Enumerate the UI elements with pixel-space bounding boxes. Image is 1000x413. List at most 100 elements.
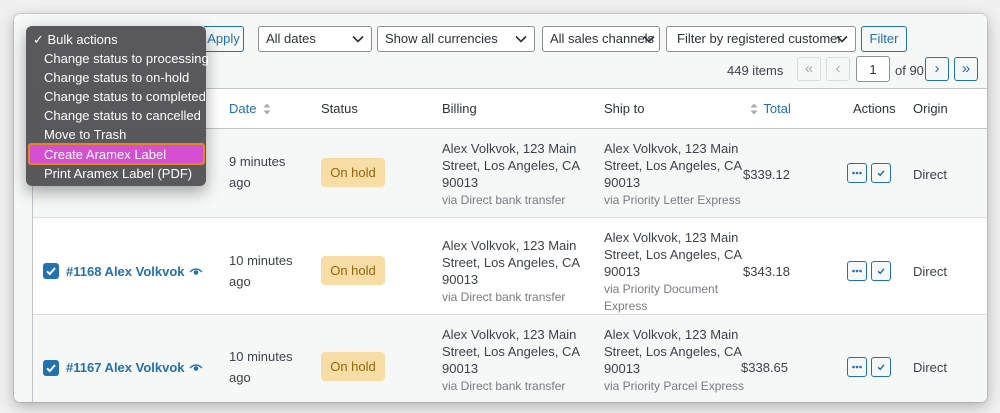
billing-address-line: Alex Volkvok, 123 Main xyxy=(442,238,577,253)
sort-arrows-icon xyxy=(750,103,758,115)
shipping-address-link[interactable]: Street, Los Angeles, CA xyxy=(604,157,742,174)
complete-order-button[interactable] xyxy=(871,163,891,183)
bulk-actions-menu[interactable]: ✓ Bulk actions Change status to processi… xyxy=(26,26,209,186)
billing-method: via Direct bank transfer xyxy=(442,290,566,304)
order-date: 10 minutes xyxy=(229,253,293,268)
shipping-method: via Priority Parcel Express xyxy=(604,379,745,393)
chevron-down-icon xyxy=(515,35,527,43)
shipping-address-link[interactable]: 90013 xyxy=(604,360,640,377)
shipping-address-link[interactable]: Street, Los Angeles, CA xyxy=(604,343,742,360)
status-label: On hold xyxy=(330,263,376,278)
order-link[interactable]: #1167 Alex Volkvok xyxy=(66,359,185,376)
menu-item-create-aramex-label[interactable]: Create Aramex Label xyxy=(28,143,205,165)
status-label: On hold xyxy=(330,165,376,180)
row-checkbox[interactable] xyxy=(43,263,59,279)
order-origin: Direct xyxy=(913,264,947,279)
menu-item-change-status-completed[interactable]: Change status to completed xyxy=(44,87,206,106)
shipping-address-link[interactable]: Street, Los Angeles, CA xyxy=(604,246,742,263)
column-header-total[interactable]: Total xyxy=(750,101,791,116)
status-badge: On hold xyxy=(321,158,385,187)
ellipsis-icon xyxy=(852,365,862,369)
column-header-ship-to: Ship to xyxy=(604,101,645,116)
more-actions-button[interactable] xyxy=(847,261,867,281)
order-date: 10 minutes xyxy=(229,349,293,364)
chevron-down-icon xyxy=(836,35,848,43)
more-actions-button[interactable] xyxy=(847,163,867,183)
status-badge: On hold xyxy=(321,256,385,285)
billing-address-line: Street, Los Angeles, CA xyxy=(442,255,581,270)
order-total: $338.65 xyxy=(741,360,788,375)
menu-item-change-status-processing[interactable]: Change status to processing xyxy=(44,49,209,68)
eye-icon[interactable] xyxy=(189,363,203,373)
column-header-status: Status xyxy=(321,101,358,116)
eye-icon[interactable] xyxy=(189,267,203,277)
chevron-down-icon xyxy=(643,35,655,43)
first-page-button[interactable]: « xyxy=(797,57,821,81)
billing-method: via Direct bank transfer xyxy=(442,193,566,207)
current-page-input[interactable] xyxy=(856,56,890,82)
billing-address-line: Alex Volkvok, 123 Main xyxy=(442,141,577,156)
last-page-button[interactable]: » xyxy=(954,57,978,81)
next-page-button[interactable]: › xyxy=(925,57,949,81)
chevron-down-icon xyxy=(352,35,364,43)
order-link[interactable]: #1168 Alex Volkvok xyxy=(66,263,185,280)
shipping-address-link[interactable]: Alex Volkvok, 123 Main xyxy=(604,326,738,343)
shipping-address-link[interactable]: Alex Volkvok, 123 Main xyxy=(604,229,738,246)
order-origin: Direct xyxy=(913,167,947,182)
billing-address-line: 90013 xyxy=(442,361,479,376)
sales-channel-filter-select[interactable]: All sales channels xyxy=(542,26,660,52)
row-checkbox[interactable] xyxy=(43,360,59,376)
filter-label: Filter xyxy=(869,31,899,46)
shipping-method-cont: Express xyxy=(604,299,648,313)
currency-filter-value: Show all currencies xyxy=(385,31,498,46)
billing-address-line: 90013 xyxy=(442,272,479,287)
dates-filter-select[interactable]: All dates xyxy=(258,26,372,52)
order-total: $343.18 xyxy=(743,264,790,279)
billing-address-line: Alex Volkvok, 123 Main xyxy=(442,327,577,342)
order-total: $339.12 xyxy=(743,167,790,182)
apply-label: Apply xyxy=(207,31,240,46)
order-date-suffix: ago xyxy=(229,370,251,385)
previous-page-button[interactable]: ‹ xyxy=(826,57,850,81)
customer-filter-value: Filter by registered customer xyxy=(677,31,842,46)
shipping-address-link[interactable]: Alex Volkvok, 123 Main xyxy=(604,140,738,157)
column-header-origin: Origin xyxy=(913,101,948,116)
complete-order-button[interactable] xyxy=(871,261,891,281)
ellipsis-icon xyxy=(852,269,862,273)
previous-page-glyph: ‹ xyxy=(835,60,841,77)
table-row[interactable]: #1167 Alex Volkvok 10 minutes ago On hol… xyxy=(33,314,987,402)
complete-order-button[interactable] xyxy=(871,357,891,377)
apply-button[interactable]: Apply xyxy=(204,26,244,52)
menu-item-change-status-on-hold[interactable]: Change status to on-hold xyxy=(44,68,189,87)
checkmark-icon xyxy=(46,364,56,373)
more-actions-button[interactable] xyxy=(847,357,867,377)
customer-filter-select[interactable]: Filter by registered customer xyxy=(666,26,856,52)
items-count: 449 items xyxy=(727,63,784,78)
order-date-suffix: ago xyxy=(229,175,251,190)
sort-arrows-icon xyxy=(263,103,271,115)
menu-item-create-aramex-label-text: Create Aramex Label xyxy=(44,147,167,162)
shipping-address-link[interactable]: 90013 xyxy=(604,263,640,280)
order-date-suffix: ago xyxy=(229,274,251,289)
shipping-address-link[interactable]: 90013 xyxy=(604,174,640,191)
shipping-method: via Priority Document xyxy=(604,282,719,296)
menu-item-print-aramex-label[interactable]: Print Aramex Label (PDF) xyxy=(44,164,192,183)
orders-window: Apply All dates Show all currencies All … xyxy=(14,14,987,402)
billing-address-line: Street, Los Angeles, CA xyxy=(442,344,581,359)
ellipsis-icon xyxy=(852,171,862,175)
status-badge: On hold xyxy=(321,352,385,381)
table-row[interactable]: #1168 Alex Volkvok 10 minutes ago On hol… xyxy=(33,217,987,314)
bulk-actions-selected[interactable]: ✓ Bulk actions xyxy=(33,30,118,49)
column-header-date[interactable]: Date xyxy=(229,101,271,116)
checkmark-icon xyxy=(877,364,885,371)
sales-channel-filter-value: All sales channels xyxy=(550,31,655,46)
column-header-billing: Billing xyxy=(442,101,477,116)
billing-method: via Direct bank transfer xyxy=(442,379,566,393)
filter-button[interactable]: Filter xyxy=(861,26,907,52)
checkmark-icon xyxy=(877,170,885,177)
currency-filter-select[interactable]: Show all currencies xyxy=(377,26,535,52)
checkmark-icon xyxy=(877,268,885,275)
menu-item-move-to-trash[interactable]: Move to Trash xyxy=(44,125,126,144)
menu-item-change-status-cancelled[interactable]: Change status to cancelled xyxy=(44,106,201,125)
last-page-glyph: » xyxy=(961,60,971,77)
